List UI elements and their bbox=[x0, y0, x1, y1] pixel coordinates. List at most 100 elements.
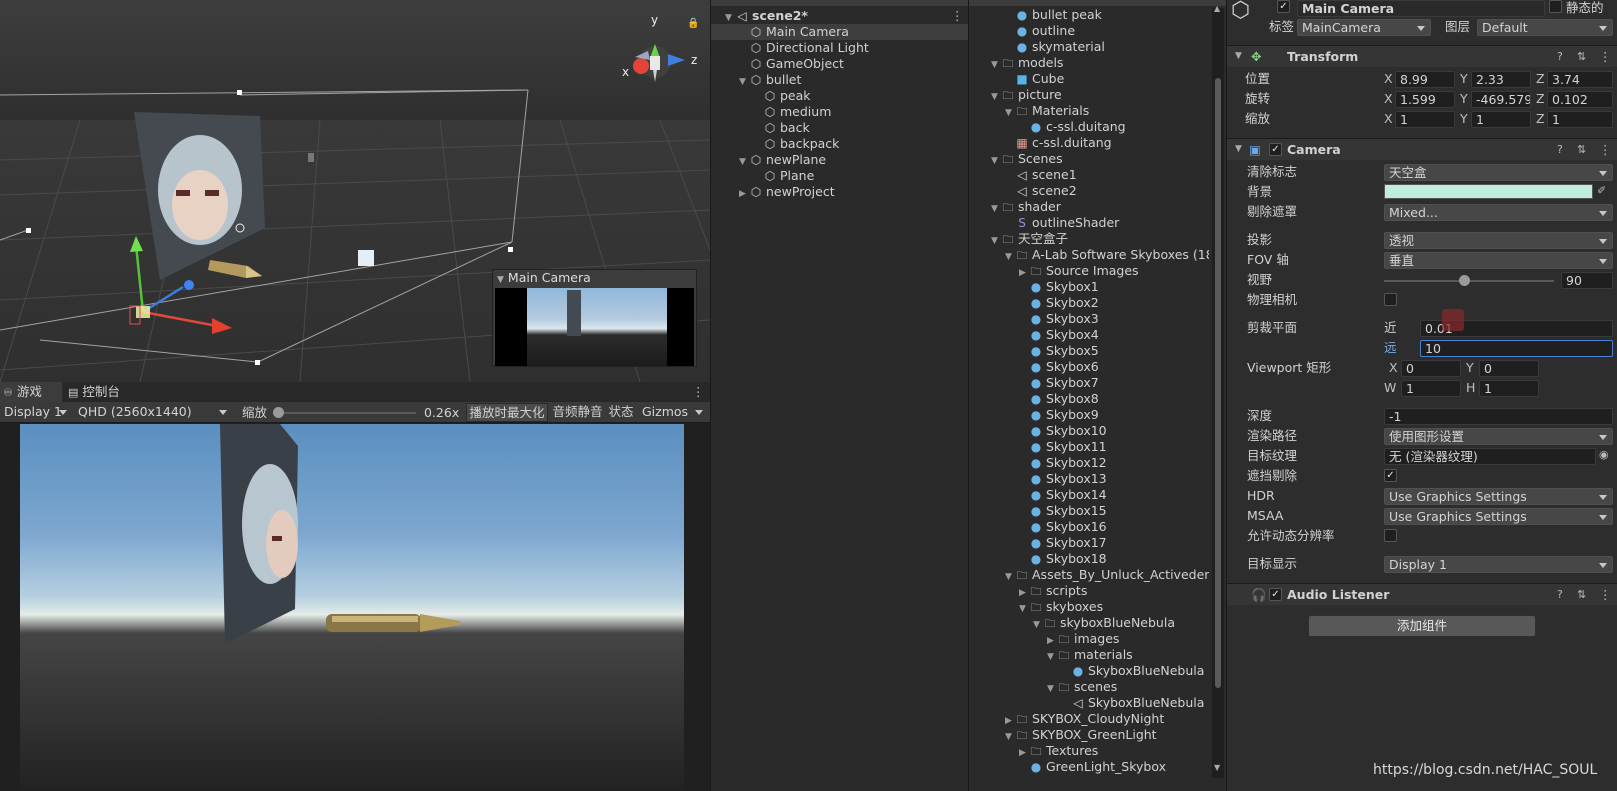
maximize-on-play-button[interactable]: 播放时最大化 bbox=[466, 403, 548, 422]
eyedropper-icon[interactable]: ✐ bbox=[1597, 184, 1606, 197]
project-item[interactable]: ● Skybox16 bbox=[969, 519, 1209, 535]
audio-listener-enabled-checkbox[interactable]: ✓ bbox=[1269, 588, 1282, 601]
project-item[interactable]: ● Skybox13 bbox=[969, 471, 1209, 487]
project-item[interactable]: ● skymaterial bbox=[969, 39, 1209, 55]
static-checkbox[interactable] bbox=[1549, 0, 1562, 13]
expand-arrow-icon[interactable]: ▼ bbox=[991, 89, 1001, 103]
preset-icon[interactable]: ⇅ bbox=[1577, 46, 1586, 67]
hierarchy-item[interactable]: ⬡ backpack bbox=[711, 136, 968, 152]
hierarchy-item[interactable]: ▼ ⬡ newPlane bbox=[711, 152, 968, 168]
preset-icon[interactable]: ⇅ bbox=[1577, 139, 1586, 160]
display-dropdown[interactable]: Display 1 bbox=[0, 404, 72, 421]
expand-arrow-icon[interactable]: ▼ bbox=[1033, 617, 1043, 631]
project-item[interactable]: ▼ 🗀 scenes bbox=[969, 679, 1209, 695]
project-item[interactable]: ▼ 🗀 Materials bbox=[969, 103, 1209, 119]
audio-listener-header[interactable]: 🎧 ✓ Audio Listener ? ⇅ ⋮ bbox=[1227, 583, 1617, 605]
project-item[interactable]: ▶ 🗀 scripts bbox=[969, 583, 1209, 599]
project-item[interactable]: ▼ 🗀 Assets_By_Unluck_Activeden bbox=[969, 567, 1209, 583]
gizmos-dropdown[interactable]: Gizmos bbox=[638, 404, 708, 421]
stats-button[interactable]: 状态 bbox=[606, 403, 636, 422]
game-render[interactable] bbox=[20, 424, 684, 791]
viewport-w-field[interactable]: 1 bbox=[1401, 380, 1461, 397]
object-name-field[interactable]: Main Camera bbox=[1297, 0, 1545, 17]
project-item[interactable]: ▼ 🗀 A-Lab Software Skyboxes (18) ' bbox=[969, 247, 1209, 263]
component-menu-icon[interactable]: ⋮ bbox=[1599, 46, 1612, 67]
project-item[interactable]: ● Skybox1 bbox=[969, 279, 1209, 295]
active-checkbox[interactable]: ✓ bbox=[1277, 0, 1290, 13]
collapse-arrow-icon[interactable]: ▶ bbox=[1019, 585, 1029, 599]
help-icon[interactable]: ? bbox=[1557, 584, 1563, 605]
component-menu-icon[interactable]: ⋮ bbox=[1599, 139, 1612, 160]
hierarchy-item[interactable]: ⬡ Directional Light bbox=[711, 40, 968, 56]
project-item[interactable]: ● Skybox12 bbox=[969, 455, 1209, 471]
project-item[interactable]: ■ Cube bbox=[969, 71, 1209, 87]
project-item[interactable]: ● Skybox17 bbox=[969, 535, 1209, 551]
project-item[interactable]: ▼ 🗀 materials bbox=[969, 647, 1209, 663]
fov-slider-thumb[interactable] bbox=[1458, 275, 1470, 286]
project-item[interactable]: ● Skybox10 bbox=[969, 423, 1209, 439]
expand-arrow-icon[interactable]: ▼ bbox=[1047, 649, 1057, 663]
target-texture-field[interactable]: 无 (渲染器纹理) bbox=[1384, 448, 1596, 465]
fov-value-field[interactable]: 90 bbox=[1561, 272, 1613, 289]
transform-header[interactable]: ▼ ✥ Transform ? ⇅ ⋮ bbox=[1227, 45, 1617, 67]
collapse-arrow-icon[interactable]: ▶ bbox=[1047, 633, 1057, 647]
project-item[interactable]: ▼ 🗀 skyboxes bbox=[969, 599, 1209, 615]
position-z-field[interactable]: 3.74 bbox=[1547, 71, 1613, 88]
clear-flags-dropdown[interactable]: 天空盒 bbox=[1384, 164, 1613, 181]
help-icon[interactable]: ? bbox=[1557, 46, 1563, 67]
expand-arrow-icon[interactable]: ▼ bbox=[1019, 601, 1029, 615]
menu-dots-icon[interactable]: ⋮ bbox=[692, 384, 705, 399]
camera-enabled-checkbox[interactable]: ✓ bbox=[1269, 143, 1282, 156]
hdr-dropdown[interactable]: Use Graphics Settings bbox=[1384, 488, 1613, 505]
project-item[interactable]: ● Skybox9 bbox=[969, 407, 1209, 423]
project-item[interactable]: ▼ 🗀 models bbox=[969, 55, 1209, 71]
project-item[interactable]: ▶ 🗀 SKYBOX_CloudyNight bbox=[969, 711, 1209, 727]
project-item[interactable]: ● Skybox5 bbox=[969, 343, 1209, 359]
project-item[interactable]: ▼ 🗀 shader bbox=[969, 199, 1209, 215]
project-item[interactable]: ● Skybox8 bbox=[969, 391, 1209, 407]
resolution-dropdown[interactable]: QHD (2560x1440) bbox=[74, 404, 232, 421]
hierarchy-item[interactable]: ⬡ Plane bbox=[711, 168, 968, 184]
component-menu-icon[interactable]: ⋮ bbox=[1599, 584, 1612, 605]
hierarchy-item[interactable]: ▼ ◁ scene2* bbox=[711, 8, 968, 24]
camera-header[interactable]: ▼ ▣ ✓ Camera ? ⇅ ⋮ bbox=[1227, 138, 1617, 160]
preset-icon[interactable]: ⇅ bbox=[1577, 584, 1586, 605]
hierarchy-item[interactable]: ▼ ⬡ bullet bbox=[711, 72, 968, 88]
dynamic-resolution-checkbox[interactable] bbox=[1384, 529, 1397, 542]
project-scroll-thumb[interactable] bbox=[1215, 78, 1221, 688]
project-item[interactable]: ● outline bbox=[969, 23, 1209, 39]
collapse-icon[interactable]: ▼ bbox=[1235, 139, 1242, 160]
project-item[interactable]: ● Skybox2 bbox=[969, 295, 1209, 311]
project-item[interactable]: ● Skybox18 bbox=[969, 551, 1209, 567]
menu-dots-icon[interactable]: ⋮ bbox=[951, 8, 964, 23]
projection-dropdown[interactable]: 透视 bbox=[1384, 232, 1613, 249]
expand-arrow-icon[interactable]: ▼ bbox=[1047, 681, 1057, 695]
expand-arrow-icon[interactable]: ▼ bbox=[1005, 105, 1015, 119]
expand-arrow-icon[interactable]: ▼ bbox=[991, 57, 1001, 71]
rotation-x-field[interactable]: 1.599 bbox=[1395, 91, 1455, 108]
tab-game[interactable]: ♾ 游戏 bbox=[0, 382, 62, 402]
position-x-field[interactable]: 8.99 bbox=[1395, 71, 1455, 88]
viewport-h-field[interactable]: 1 bbox=[1479, 380, 1539, 397]
project-item[interactable]: ▶ 🗀 Textures bbox=[969, 743, 1209, 759]
rotation-z-field[interactable]: 0.102 bbox=[1547, 91, 1613, 108]
scale-slider[interactable] bbox=[273, 407, 416, 418]
rotation-y-field[interactable]: -469.579 bbox=[1471, 91, 1531, 108]
position-y-field[interactable]: 2.33 bbox=[1471, 71, 1531, 88]
project-item[interactable]: ▶ 🗀 images bbox=[969, 631, 1209, 647]
project-item[interactable]: ▼ 🗀 Scenes bbox=[969, 151, 1209, 167]
collapse-icon[interactable]: ▼ bbox=[1235, 46, 1242, 67]
expand-arrow-icon[interactable]: ▼ bbox=[1005, 569, 1015, 583]
add-component-button[interactable]: 添加组件 bbox=[1308, 615, 1536, 637]
hierarchy-item[interactable]: ⬡ peak bbox=[711, 88, 968, 104]
project-item[interactable]: ▼ 🗀 天空盒子 bbox=[969, 231, 1209, 247]
hierarchy-item[interactable]: ▶ ⬡ newProject bbox=[711, 184, 968, 200]
project-item[interactable]: ● Skybox15 bbox=[969, 503, 1209, 519]
project-item[interactable]: ◁ scene1 bbox=[969, 167, 1209, 183]
hierarchy-item[interactable]: ⬡ medium bbox=[711, 104, 968, 120]
collapse-arrow-icon[interactable]: ▶ bbox=[739, 186, 749, 202]
viewport-x-field[interactable]: 0 bbox=[1401, 360, 1461, 377]
project-item[interactable]: ▦ c-ssl.duitang bbox=[969, 135, 1209, 151]
expand-arrow-icon[interactable]: ▼ bbox=[991, 233, 1001, 247]
far-clip-field[interactable]: 10 bbox=[1420, 340, 1613, 357]
